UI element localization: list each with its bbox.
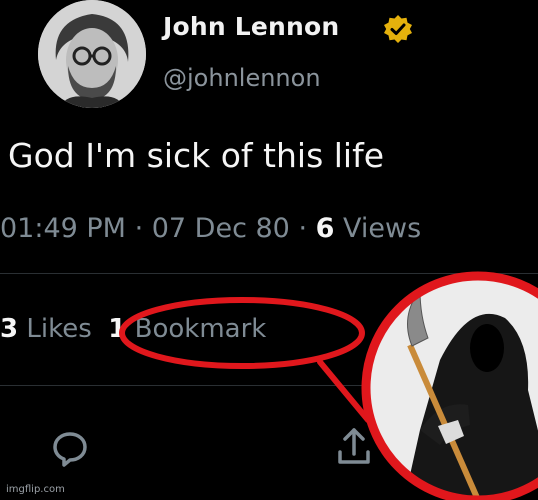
- tweet-meta: 01:49 PM · 07 Dec 80 · 6 Views: [0, 213, 421, 244]
- bookmarks-label: Bookmark: [134, 314, 267, 344]
- user-handle[interactable]: @johnlennon: [163, 64, 321, 92]
- avatar[interactable]: [38, 0, 146, 108]
- likes-stat[interactable]: 3 Likes: [0, 314, 92, 344]
- meta-separator: ·: [289, 213, 316, 244]
- views-label: Views: [343, 213, 422, 244]
- tweet-time[interactable]: 01:49 PM: [0, 213, 126, 244]
- tweet-date[interactable]: 07 Dec 80: [152, 213, 290, 244]
- tweet-text: God I'm sick of this life: [8, 136, 385, 175]
- bookmarks-count: 1: [108, 314, 127, 344]
- display-name[interactable]: John Lennon: [163, 12, 339, 41]
- likes-count: 3: [0, 314, 19, 344]
- divider: [0, 385, 538, 386]
- views-count: 6: [315, 213, 335, 244]
- likes-label: Likes: [26, 314, 92, 344]
- connector-line: [317, 359, 371, 423]
- meta-separator: ·: [125, 213, 152, 244]
- engagement-stats: 3 Likes 1 Bookmark: [0, 314, 266, 344]
- bookmarks-stat[interactable]: 1 Bookmark: [108, 314, 266, 344]
- verified-badge-icon: [383, 14, 413, 44]
- share-icon[interactable]: [336, 426, 372, 466]
- reply-icon[interactable]: [50, 428, 90, 468]
- divider: [0, 273, 538, 274]
- watermark: imgflip.com: [6, 484, 65, 495]
